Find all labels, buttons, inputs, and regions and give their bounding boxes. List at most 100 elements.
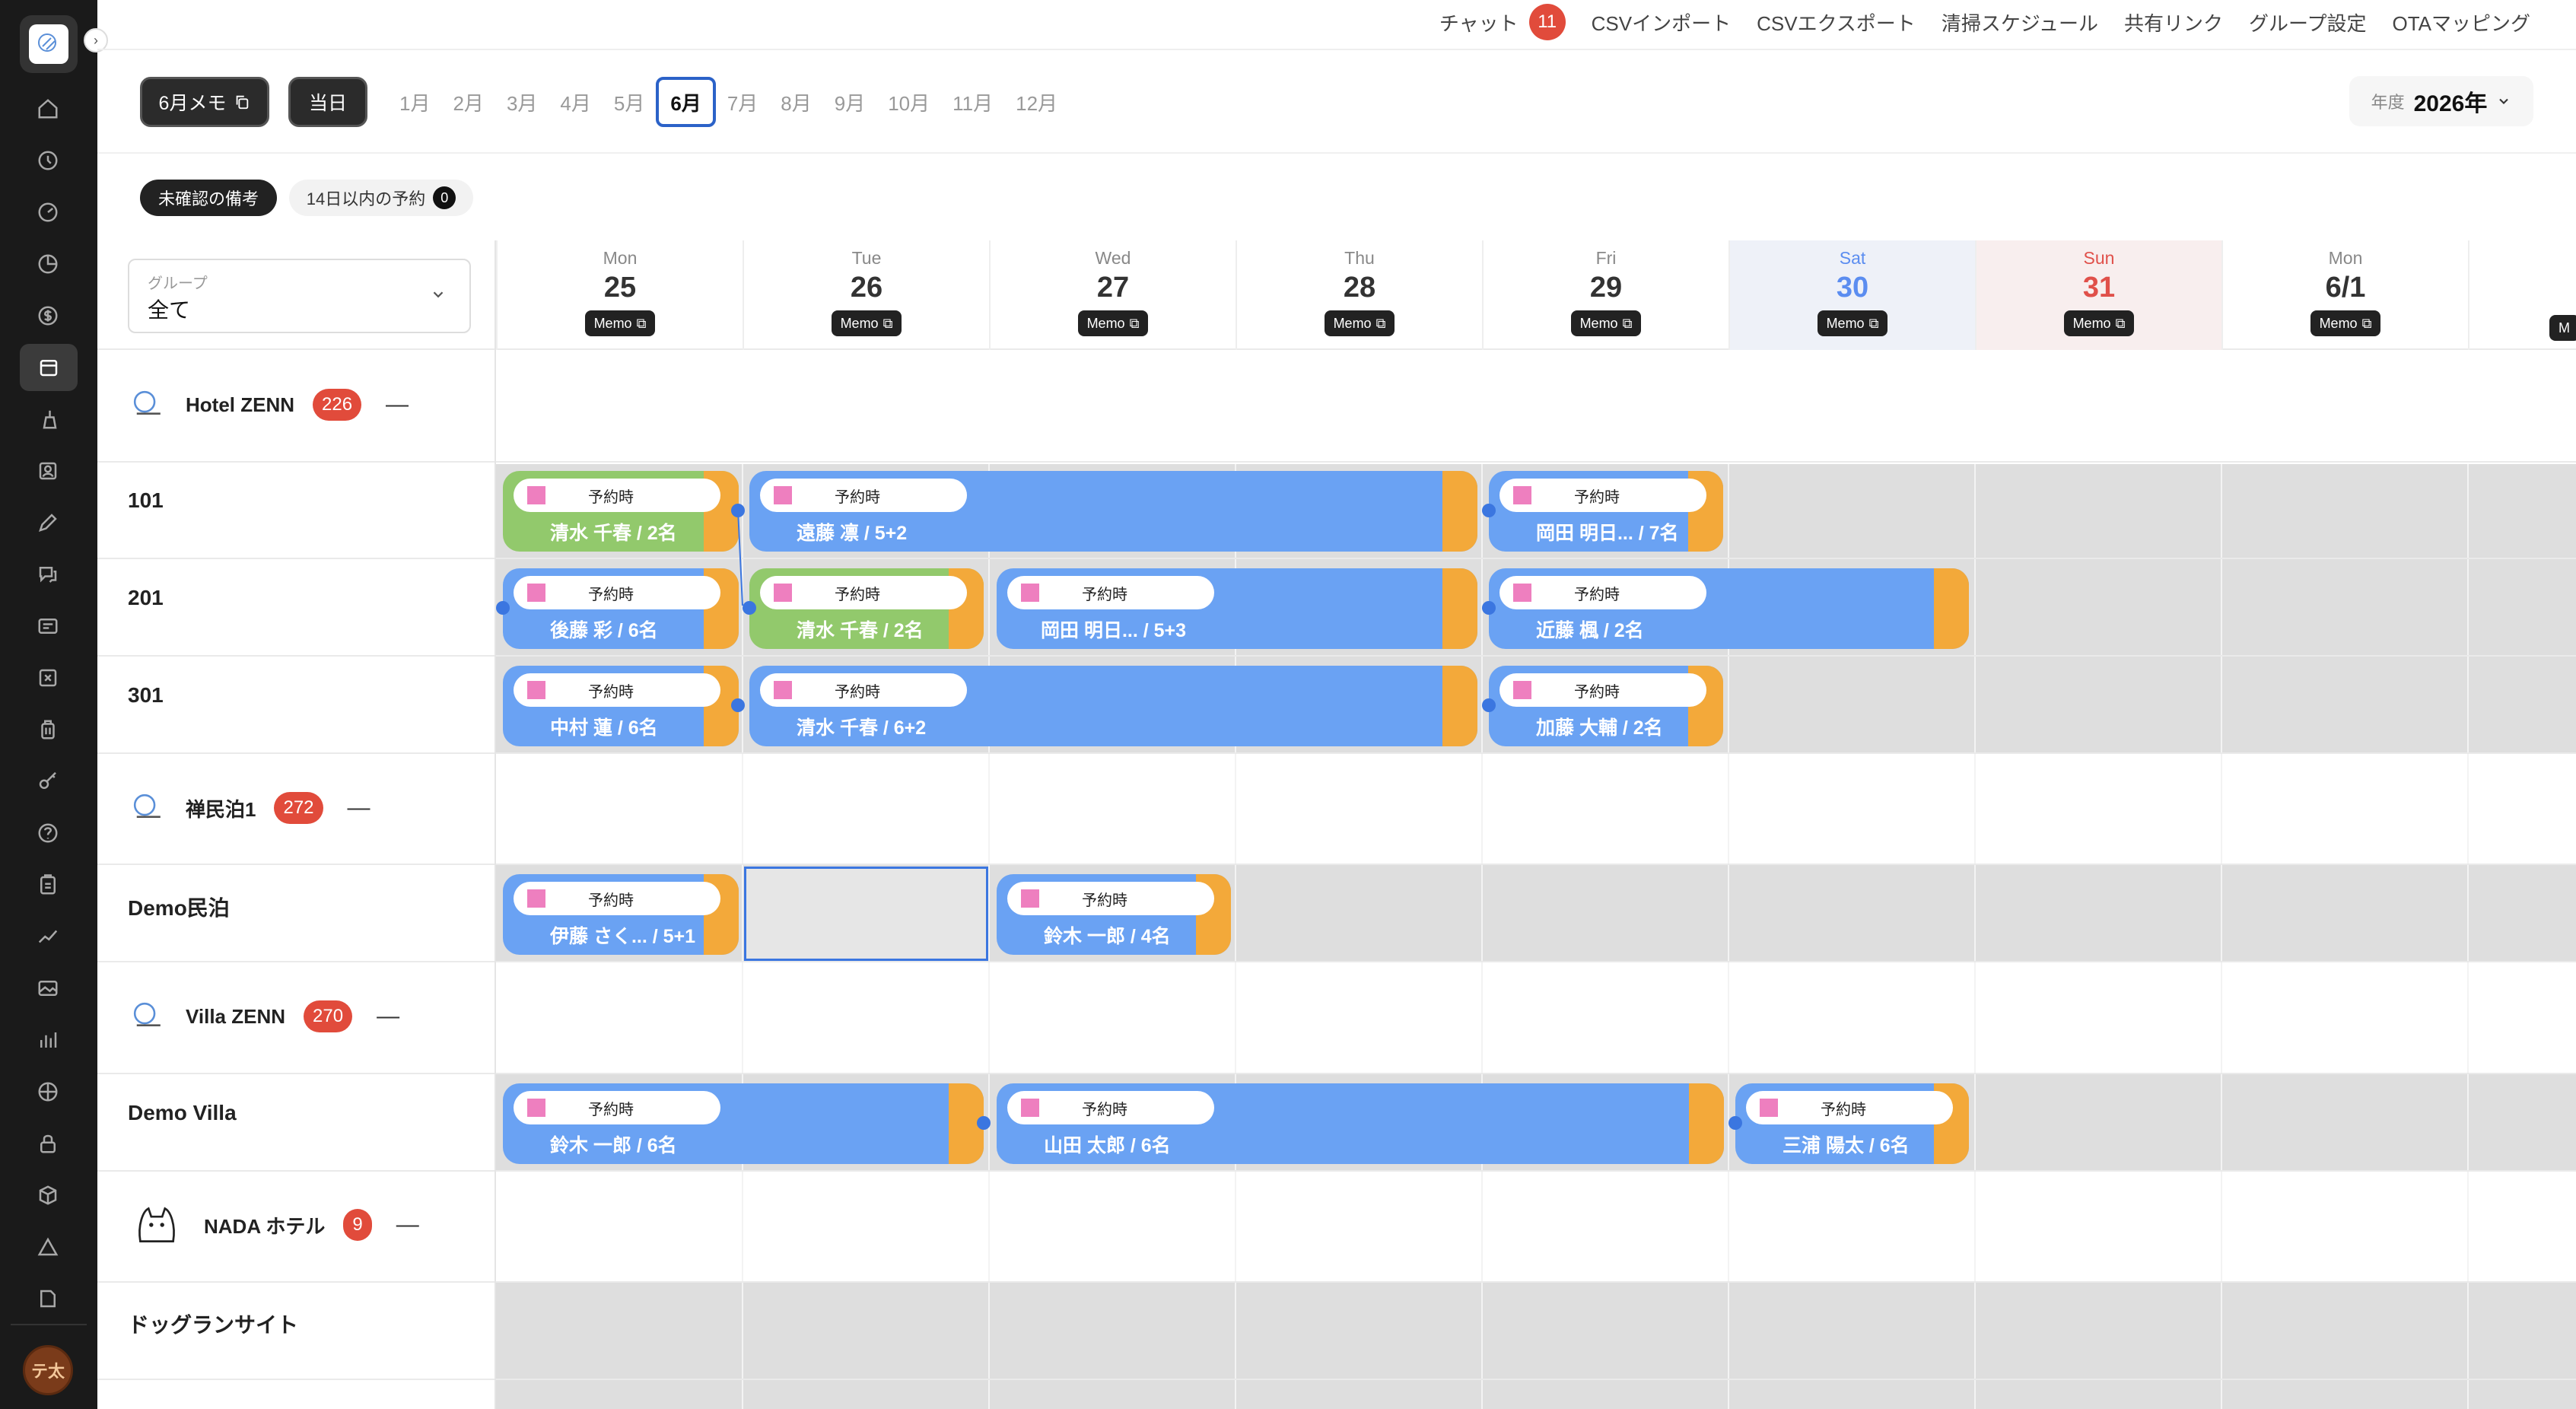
booking-bar[interactable]: 予約時 近藤 楓 / 2名 <box>1489 568 1969 649</box>
month-tab-selected[interactable]: 6月 <box>656 77 716 127</box>
booking-status: 予約時 <box>588 892 634 909</box>
pie-chart-icon[interactable] <box>30 246 65 281</box>
month-tab[interactable]: 5月 <box>603 77 656 127</box>
chat-icon[interactable] <box>30 557 65 592</box>
booking-bar[interactable]: 予約時 清水 千春 / 2名 <box>503 471 739 552</box>
month-tab[interactable]: 4月 <box>549 77 602 127</box>
room-label[interactable]: ドッグランサイト <box>128 1309 298 1339</box>
day-number: 29 <box>1589 272 1623 304</box>
edit-icon[interactable] <box>30 505 65 540</box>
month-tab[interactable]: 9月 <box>823 77 876 127</box>
luggage-icon[interactable] <box>30 712 65 747</box>
booking-bar[interactable]: 予約時 三浦 陽太 / 6名 <box>1735 1083 1969 1164</box>
booking-bar[interactable]: 予約時 中村 蓮 / 6名 <box>503 666 739 746</box>
month-tab[interactable]: 12月 <box>1004 77 1069 127</box>
month-tab[interactable]: 1月 <box>388 77 441 127</box>
day-memo-button[interactable]: Memo ⧉ <box>1324 310 1395 336</box>
group-name: NADA ホテル <box>204 1214 326 1238</box>
help-icon[interactable] <box>30 816 65 851</box>
year-select[interactable]: 年度 2026年 <box>2349 76 2533 126</box>
room-label[interactable]: 201 <box>128 586 164 610</box>
day-memo-button[interactable]: Memo ⧉ <box>584 310 656 336</box>
group-select[interactable]: グループ 全て <box>128 259 471 333</box>
day-memo-button[interactable]: Memo ⧉ <box>1077 310 1149 336</box>
group-count-badge: 9 <box>343 1209 372 1241</box>
key-icon[interactable] <box>30 764 65 799</box>
channel-marker <box>1021 1099 1039 1117</box>
today-button[interactable]: 当日 <box>288 77 367 127</box>
bar-chart-icon[interactable] <box>30 1023 65 1058</box>
booking-link-dot <box>1482 504 1496 517</box>
booking-bar[interactable]: 予約時 清水 千春 / 6+2 <box>749 666 1477 746</box>
note-icon[interactable] <box>30 1281 65 1316</box>
trend-icon[interactable] <box>30 919 65 954</box>
calendar-icon[interactable] <box>20 344 78 391</box>
copy-icon: ⧉ <box>1375 315 1386 331</box>
booking-bar[interactable]: 予約時 後藤 彩 / 6名 <box>503 568 739 649</box>
booking-bar[interactable]: 予約時伊藤 さく... / 5+1 <box>503 874 739 955</box>
csv-import-link[interactable]: CSVインポート <box>1592 8 1731 37</box>
month-toolbar: 6月メモ 当日 1月 2月 3月 4月 5月 6月 7月 8月 9月 10月 1… <box>97 50 2576 154</box>
booking-bar[interactable]: 予約時 山田 太郎 / 6名 <box>997 1083 1724 1164</box>
collapse-button[interactable]: — <box>377 1003 399 1029</box>
booking-bar[interactable]: 予約時 清水 千春 / 2名 <box>749 568 984 649</box>
app-logo[interactable] <box>20 15 78 73</box>
triangle-icon[interactable] <box>30 1229 65 1264</box>
month-tab[interactable]: 3月 <box>495 77 549 127</box>
app-root: › テ太 チャット 11 CSVインポート CSVエクスポート 清掃スケジュール… <box>0 0 2576 1409</box>
room-label[interactable]: Demo Villa <box>128 1101 237 1125</box>
group-settings-link[interactable]: グループ設定 <box>2249 8 2366 37</box>
message-icon[interactable] <box>30 609 65 644</box>
booking-guest: 山田 太郎 / 6名 <box>1044 1135 1171 1156</box>
collapse-button[interactable]: — <box>396 1212 419 1238</box>
month-memo-button[interactable]: 6月メモ <box>140 77 269 127</box>
logo-icon <box>38 33 56 52</box>
within-14-days-filter[interactable]: 14日以内の予約 0 <box>289 180 473 216</box>
chat-link[interactable]: チャット 11 <box>1439 4 1566 40</box>
clipboard-icon[interactable] <box>30 867 65 902</box>
history-icon[interactable] <box>30 143 65 178</box>
channel-marker <box>527 584 545 602</box>
unconfirmed-notes-filter[interactable]: 未確認の備考 <box>140 180 277 216</box>
booking-status-pill: 予約時 <box>1007 882 1214 915</box>
booking-bar[interactable]: 予約時 鈴木 一郎 / 6名 <box>503 1083 984 1164</box>
day-memo-button[interactable]: Memo ⧉ <box>1817 310 1888 336</box>
room-label[interactable]: Demo民泊 <box>128 892 230 922</box>
month-tab[interactable]: 2月 <box>441 77 495 127</box>
booking-bar[interactable]: 予約時 岡田 明日... / 7名 <box>1489 471 1723 552</box>
day-memo-button[interactable]: Memo ⧉ <box>2063 310 2135 336</box>
user-avatar[interactable]: テ太 <box>23 1345 73 1395</box>
booking-bar[interactable]: 予約時 加藤 大輔 / 2名 <box>1489 666 1723 746</box>
day-memo-button[interactable]: Memo ⧉ <box>2310 310 2381 336</box>
selected-calendar-cell[interactable] <box>744 867 988 961</box>
day-memo-button[interactable]: M <box>2549 315 2576 341</box>
dashboard-icon[interactable] <box>30 195 65 230</box>
cleaning-schedule-link[interactable]: 清掃スケジュール <box>1942 8 2098 37</box>
booking-bar[interactable]: 予約時 遠藤 凛 / 5+2 <box>749 471 1477 552</box>
day-memo-button[interactable]: Memo ⧉ <box>831 310 902 336</box>
csv-export-link[interactable]: CSVエクスポート <box>1757 8 1916 37</box>
cancel-box-icon[interactable] <box>30 660 65 695</box>
home-icon[interactable] <box>30 91 65 126</box>
currency-icon[interactable] <box>30 298 65 333</box>
month-tab[interactable]: 11月 <box>941 77 1004 127</box>
booking-bar[interactable]: 予約時 鈴木 一郎 / 4名 <box>997 874 1231 955</box>
month-tab[interactable]: 7月 <box>716 77 769 127</box>
booking-bar[interactable]: 予約時 岡田 明日... / 5+3 <box>997 568 1477 649</box>
room-label[interactable]: 301 <box>128 683 164 708</box>
share-link[interactable]: 共有リンク <box>2124 8 2223 37</box>
room-label[interactable]: 101 <box>128 488 164 513</box>
collapse-button[interactable]: — <box>386 392 409 418</box>
cleaning-icon[interactable] <box>30 402 65 437</box>
month-tab[interactable]: 10月 <box>876 77 941 127</box>
collapse-button[interactable]: — <box>348 795 370 821</box>
ota-mapping-link[interactable]: OTAマッピング <box>2392 8 2530 37</box>
month-tab[interactable]: 8月 <box>769 77 822 127</box>
lock-icon[interactable] <box>30 1126 65 1161</box>
day-memo-button[interactable]: Memo ⧉ <box>1570 310 1642 336</box>
contact-icon[interactable] <box>30 453 65 488</box>
booking-guest: 伊藤 さく... / 5+1 <box>550 926 696 947</box>
cube-icon[interactable] <box>30 1178 65 1213</box>
globe-icon[interactable] <box>30 1074 65 1109</box>
gallery-icon[interactable] <box>30 971 65 1006</box>
